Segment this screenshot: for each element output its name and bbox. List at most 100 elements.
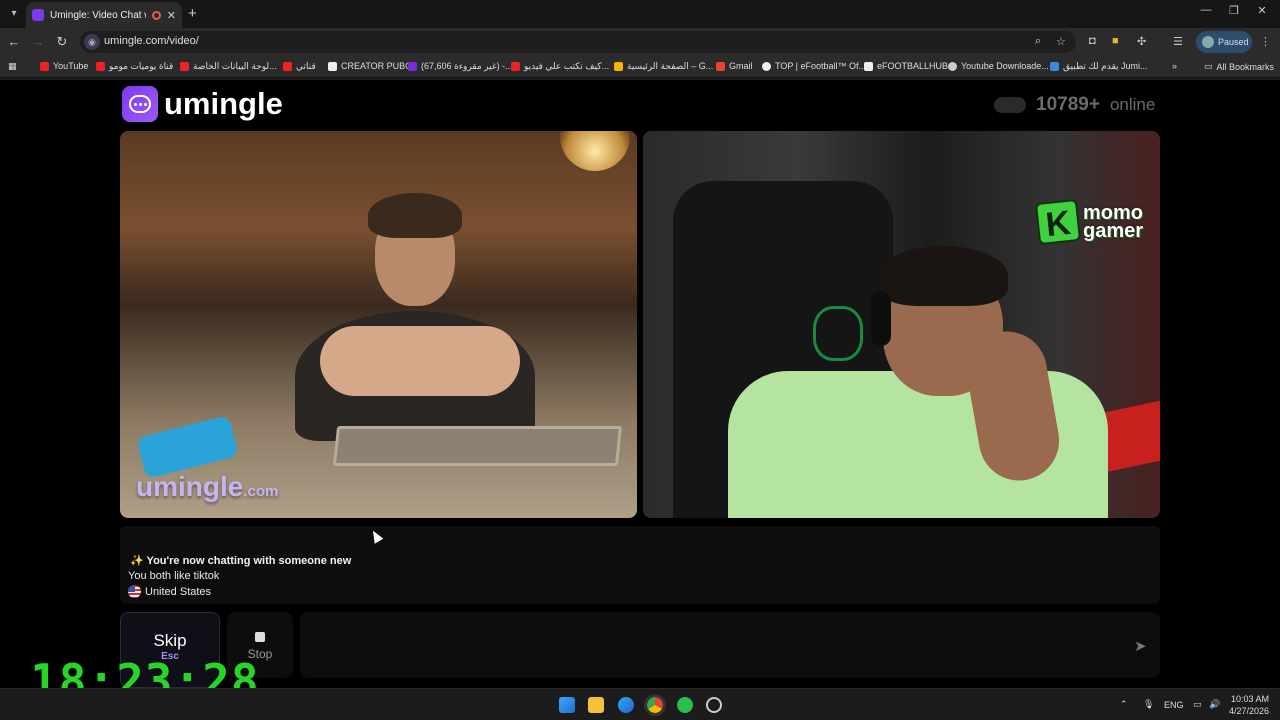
blue-object: [136, 415, 239, 479]
browser-chrome: ▾ Umingle: Video Chat with S ✕ + — ❐ ✕ ←…: [0, 0, 1280, 80]
stop-icon: [255, 632, 265, 642]
tab-search-icon[interactable]: ▾: [6, 6, 22, 22]
k-logo-icon: K: [1034, 198, 1082, 246]
tab-umingle[interactable]: Umingle: Video Chat with S ✕: [26, 2, 182, 28]
green-app-icon[interactable]: [677, 697, 693, 713]
language-indicator[interactable]: ENG: [1164, 700, 1184, 710]
send-icon[interactable]: ➤: [1134, 637, 1150, 655]
restore-icon[interactable]: ❐: [1224, 4, 1244, 17]
site-logo[interactable]: umingle: [122, 86, 283, 122]
skip-label: Skip: [153, 631, 187, 650]
bookmark-item[interactable]: يقدم لك تطبيق Jumi...: [1050, 61, 1148, 72]
online-toggle[interactable]: [994, 97, 1026, 113]
chat-message: You both like tiktok: [128, 570, 220, 582]
apps-icon[interactable]: ▦: [8, 61, 17, 72]
settings-app-icon[interactable]: [706, 697, 722, 713]
close-window-icon[interactable]: ✕: [1252, 4, 1272, 17]
self-hair: [878, 246, 1008, 306]
reading-list-icon[interactable]: ☰: [1173, 35, 1183, 48]
color-extension-icon[interactable]: ■: [1112, 35, 1119, 47]
bookmark-item[interactable]: الصفحة الرئيسية – G...: [614, 61, 713, 72]
edge-icon[interactable]: [618, 697, 634, 713]
tray-overflow-icon[interactable]: ⌃: [1120, 699, 1128, 710]
stranger-video: umingle.com: [120, 131, 637, 518]
minimize-icon[interactable]: —: [1196, 4, 1216, 16]
bookmark-item[interactable]: Gmail: [716, 61, 753, 71]
folder-icon: ▭: [1204, 61, 1213, 71]
taskbar-date[interactable]: 4/27/2026: [1226, 706, 1269, 716]
bookmark-item[interactable]: YouTube: [40, 61, 88, 71]
navigation-toolbar: ← → ↻ ◉ umingle.com/video/ ⌕ ☆ ◘ ■ ✣ ☰ P…: [0, 28, 1280, 56]
umingle-favicon-icon: [32, 9, 44, 21]
address-bar[interactable]: ◉ umingle.com/video/ ⌕ ☆: [80, 31, 1076, 53]
bookmarks-overflow-icon[interactable]: »: [1172, 61, 1177, 71]
bookmark-item[interactable]: قناة يوميات مومو: [96, 61, 173, 72]
online-label: online: [1109, 95, 1156, 114]
all-bookmarks[interactable]: ▭ All Bookmarks: [1204, 61, 1274, 72]
chrome-icon[interactable]: [644, 694, 666, 716]
streamer-logo: K momo gamer: [1034, 197, 1160, 247]
efootball-icon: [762, 61, 771, 71]
bookmark-item[interactable]: eFOOTBALLHUB: [864, 61, 948, 71]
jumia-icon: [1050, 62, 1059, 71]
zoom-icon[interactable]: ⌕: [1035, 35, 1041, 48]
tab-strip: ▾ Umingle: Video Chat with S ✕ + — ❐ ✕: [0, 0, 1280, 28]
youtube-icon: [180, 62, 189, 71]
efootballhub-icon: [864, 61, 873, 71]
lamp: [560, 131, 630, 171]
message-input[interactable]: ➤: [300, 612, 1160, 678]
network-icon[interactable]: ▭: [1193, 699, 1202, 710]
site-info-icon[interactable]: ◉: [84, 34, 100, 50]
back-icon[interactable]: ←: [6, 34, 22, 49]
google-ads-icon: [614, 62, 623, 71]
online-count: 10789+: [1036, 94, 1100, 115]
recording-indicator-icon: [151, 10, 161, 20]
logo-text: umingle: [164, 86, 283, 121]
stranger-hands: [320, 326, 520, 396]
profile-button[interactable]: Paused: [1196, 31, 1252, 53]
online-indicator: 10789+ online: [994, 94, 1155, 116]
windows-taskbar: ⌃ 🎙 ENG ▭ 🔊 10:03 AM 4/27/2026: [0, 688, 1280, 720]
bookmark-item[interactable]: TOP | eFootball™ Of...: [762, 61, 866, 71]
chat-message: United States: [128, 585, 211, 598]
file-explorer-icon[interactable]: [588, 697, 604, 713]
bookmarks-bar: ▦ YouTube قناة يوميات مومو لوحة البيانات…: [0, 56, 1280, 78]
bookmark-item[interactable]: كيف تكتب علي فيديو...: [511, 61, 609, 72]
youtube-icon: [40, 61, 49, 71]
razer-logo-icon: [813, 306, 863, 361]
chat-log: ✨ You're now chatting with someone new Y…: [120, 526, 1160, 604]
globe-icon: [948, 61, 957, 71]
youtube-icon: [283, 62, 292, 71]
new-tab-icon[interactable]: +: [188, 5, 197, 22]
avatar: [1202, 36, 1214, 48]
country-label: United States: [145, 585, 212, 598]
forward-icon[interactable]: →: [30, 34, 46, 49]
tray: [332, 426, 623, 466]
bookmark-item[interactable]: لوحة البيانات الخاصة...: [180, 61, 277, 72]
microphone-icon[interactable]: 🎙: [1143, 699, 1154, 710]
bookmark-star-icon[interactable]: ☆: [1056, 35, 1066, 48]
youtube-icon: [511, 62, 520, 71]
youtube-icon: [96, 62, 105, 71]
reload-icon[interactable]: ↻: [54, 34, 70, 50]
chat-bubble-icon: [122, 86, 158, 122]
umingle-page: umingle 10789+ online umingle.com K momo…: [0, 80, 1280, 688]
bookmark-item[interactable]: (67,606 غير مقروءة) -...: [408, 61, 513, 72]
chat-message: ✨ You're now chatting with someone new: [130, 555, 352, 567]
url-text[interactable]: umingle.com/video/: [104, 35, 199, 47]
extensions-icon[interactable]: ✣: [1137, 35, 1146, 48]
bookmark-item[interactable]: CREATOR PUBG: [328, 61, 412, 71]
us-flag-icon: [128, 585, 141, 598]
bookmark-item[interactable]: Youtube Downloade...: [948, 61, 1049, 71]
menu-icon[interactable]: ⋮: [1260, 35, 1271, 48]
taskbar-time[interactable]: 10:03 AM: [1229, 694, 1269, 704]
start-icon[interactable]: [559, 697, 575, 713]
gmail-icon: [716, 61, 725, 71]
profile-status: Paused: [1218, 37, 1249, 47]
yahoo-icon: [408, 62, 417, 71]
close-tab-icon[interactable]: ✕: [167, 9, 176, 22]
headphones: [871, 291, 891, 346]
volume-icon[interactable]: 🔊: [1209, 699, 1220, 710]
bookmark-item[interactable]: قناتي: [283, 61, 316, 72]
camera-extension-icon[interactable]: ◘: [1089, 35, 1096, 47]
